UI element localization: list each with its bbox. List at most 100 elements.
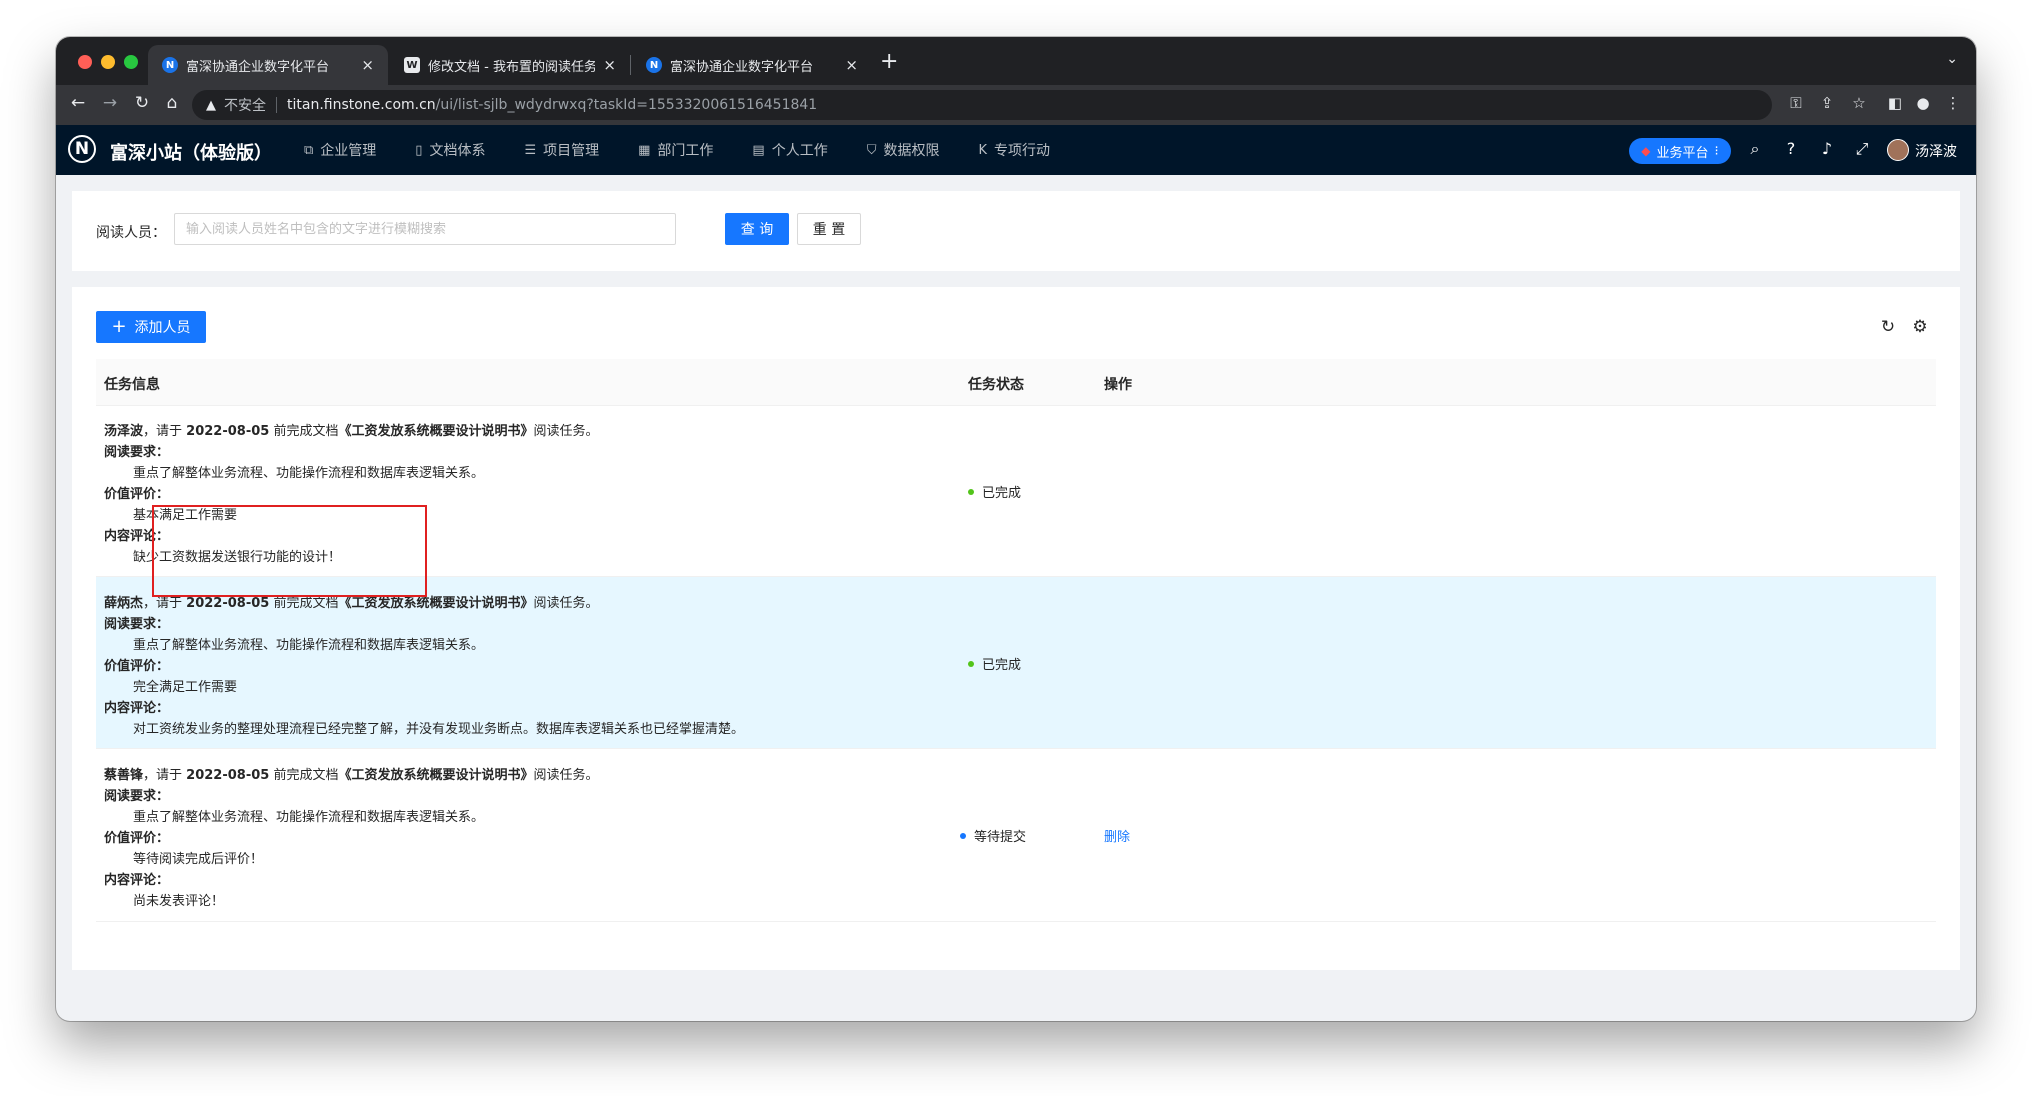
side-panel-icon[interactable]: ◧	[1884, 94, 1906, 112]
status-dot	[960, 832, 966, 839]
search-panel: 阅读人员： 查 询 重 置	[72, 191, 1960, 271]
task-sentence: 蔡善锋，请于 2022-08-05 前完成文档《工资发放系统概要设计说明书》阅读…	[104, 765, 598, 786]
business-platform-button[interactable]: ◆ 业务平台 ⁝	[1629, 138, 1731, 164]
status-dot	[968, 660, 974, 667]
status-badge: 等待提交	[960, 826, 1026, 845]
content-comment-label: 内容评论：	[104, 873, 170, 888]
bell-icon[interactable]: ♪	[1816, 139, 1838, 158]
highlight-annotation-box	[152, 505, 427, 597]
avatar[interactable]	[1887, 139, 1909, 161]
menu-item-label: 个人工作	[771, 143, 828, 159]
close-tab-icon[interactable]: ×	[361, 56, 374, 74]
help-icon[interactable]: ?	[1780, 139, 1802, 158]
browser-window: N 富深协通企业数字化平台 × W 修改文档 - 我布置的阅读任务 - 富 × …	[56, 37, 1976, 1021]
document-title: 《工资发放系统概要设计说明书》	[338, 596, 534, 611]
value-eval-text: 完全满足工作需要	[133, 680, 238, 695]
plus-icon: +	[111, 316, 127, 337]
key-icon[interactable]: ⚿	[1785, 94, 1807, 112]
reload-icon[interactable]: ↻	[130, 93, 154, 113]
menu-item-enterprise[interactable]: ⧉ 企业管理	[304, 140, 376, 160]
profile-icon[interactable]: ●	[1912, 94, 1934, 112]
browser-tab-3[interactable]: N 富深协通企业数字化平台 ×	[632, 45, 872, 85]
maximize-window-button[interactable]	[124, 55, 138, 69]
security-label[interactable]: 不安全	[224, 95, 266, 115]
platform-diamond-icon: ◆	[1641, 144, 1651, 158]
delete-link[interactable]: 删除	[1104, 826, 1130, 845]
minimize-window-button[interactable]	[101, 55, 115, 69]
app-header: N 富深小站（体验版） ⧉ 企业管理 ▯ 文档体系 ☰ 项目管理 ▦ 部门工作 …	[56, 125, 1976, 175]
column-header-status: 任务状态	[968, 377, 1024, 393]
reader-search-input[interactable]	[174, 213, 676, 245]
k-icon: K	[978, 142, 987, 158]
browser-tab-2[interactable]: W 修改文档 - 我布置的阅读任务 - 富 ×	[390, 45, 630, 85]
table-row[interactable]: 薛炳杰，请于 2022-08-05 前完成文档《工资发放系统概要设计说明书》阅读…	[96, 577, 1936, 749]
menu-item-permissions[interactable]: ⛉ 数据权限	[867, 140, 940, 160]
user-name[interactable]: 汤泽波	[1915, 141, 1957, 161]
column-header-action: 操作	[1104, 377, 1132, 393]
value-eval-label: 价值评价：	[104, 831, 170, 846]
add-reader-button[interactable]: + 添加人员	[96, 311, 206, 343]
share-icon[interactable]: ⇪	[1816, 94, 1838, 112]
requirement-label: 阅读要求：	[104, 789, 170, 804]
app-logo-icon[interactable]: N	[68, 135, 96, 163]
menu-item-special-actions[interactable]: K 专项行动	[978, 140, 1050, 160]
table-header: 任务信息 任务状态 操作	[96, 359, 1936, 406]
reader-label: 阅读人员：	[96, 225, 166, 241]
home-icon[interactable]: ⌂	[160, 93, 184, 113]
menu-item-personal[interactable]: ▤ 个人工作	[752, 140, 827, 160]
task-info: 蔡善锋，请于 2022-08-05 前完成文档《工资发放系统概要设计说明书》阅读…	[104, 765, 598, 912]
fullscreen-icon[interactable]: ⤢	[1851, 139, 1873, 159]
menu-item-projects[interactable]: ☰ 项目管理	[524, 140, 599, 160]
document-title: 《工资发放系统概要设计说明书》	[338, 768, 534, 783]
close-tab-icon[interactable]: ×	[603, 56, 616, 74]
tab-search-chevron-icon[interactable]: ⌄	[1946, 51, 1958, 67]
new-tab-button[interactable]: +	[880, 49, 898, 74]
column-header-info: 任务信息	[104, 377, 160, 393]
sentence-part: 前完成文档	[269, 768, 339, 783]
query-button[interactable]: 查 询	[725, 213, 789, 245]
requirement-text: 重点了解整体业务流程、功能操作流程和数据库表逻辑关系。	[133, 810, 485, 825]
tab-title: 修改文档 - 我布置的阅读任务 - 富	[428, 59, 596, 75]
refresh-icon[interactable]: ↻	[1878, 317, 1898, 337]
app-logo-icon: N	[162, 57, 178, 73]
browser-toolbar: ← → ↻ ⌂ ▲ 不安全 titan.finstone.com.cn /ui/…	[56, 85, 1976, 125]
due-date: 2022-08-05	[186, 596, 270, 611]
add-reader-label: 添加人员	[134, 320, 191, 336]
sentence-part: 阅读任务。	[533, 596, 599, 611]
app-name[interactable]: 富深小站（体验版）	[110, 139, 272, 165]
more-menu-icon[interactable]: ⋮	[1942, 94, 1964, 112]
close-window-button[interactable]	[78, 55, 92, 69]
reset-button[interactable]: 重 置	[797, 213, 861, 245]
bookmark-star-icon[interactable]: ☆	[1848, 94, 1870, 112]
menu-item-documents[interactable]: ▯ 文档体系	[415, 140, 485, 160]
browser-tab-1[interactable]: N 富深协通企业数字化平台 ×	[148, 45, 388, 85]
address-bar[interactable]: ▲ 不安全 titan.finstone.com.cn /ui/list-sjl…	[192, 90, 1772, 120]
doc-icon: W	[404, 57, 420, 73]
menu-item-label: 数据权限	[883, 143, 940, 159]
window-controls	[78, 55, 138, 69]
warning-triangle-icon[interactable]: ▲	[206, 98, 216, 113]
sentence-part: 前完成文档	[269, 424, 339, 439]
content-comment-text: 对工资统发业务的整理处理流程已经完整了解，并没有发现业务断点。数据库表逻辑关系也…	[133, 722, 745, 737]
close-tab-icon[interactable]: ×	[845, 56, 858, 74]
table-row[interactable]: 蔡善锋，请于 2022-08-05 前完成文档《工资发放系统概要设计说明书》阅读…	[96, 749, 1936, 922]
menu-item-label: 企业管理	[320, 143, 377, 159]
value-eval-text: 等待阅读完成后评价！	[133, 852, 264, 867]
app-logo-icon: N	[646, 57, 662, 73]
platform-button-label: 业务平台	[1656, 145, 1709, 161]
reader-name: 蔡善锋	[104, 768, 144, 783]
sentence-part: 阅读任务。	[533, 424, 599, 439]
content-comment-text: 尚未发表评论！	[133, 894, 225, 909]
main-menu: ⧉ 企业管理 ▯ 文档体系 ☰ 项目管理 ▦ 部门工作 ▤ 个人工作 ⛉ 数据权…	[304, 125, 1089, 175]
settings-gear-icon[interactable]: ⚙	[1910, 317, 1930, 337]
tab-title: 富深协通企业数字化平台	[670, 59, 814, 75]
back-arrow-icon[interactable]: ←	[66, 93, 90, 113]
content-comment-label: 内容评论：	[104, 701, 170, 716]
forward-arrow-icon[interactable]: →	[98, 93, 122, 113]
grid-icon: ▦	[638, 142, 651, 158]
menu-item-department[interactable]: ▦ 部门工作	[638, 140, 713, 160]
list-icon: ☰	[524, 142, 537, 158]
menu-item-label: 部门工作	[657, 143, 714, 159]
tab-strip: N 富深协通企业数字化平台 × W 修改文档 - 我布置的阅读任务 - 富 × …	[56, 37, 1976, 85]
search-icon[interactable]: ⌕	[1744, 139, 1766, 159]
